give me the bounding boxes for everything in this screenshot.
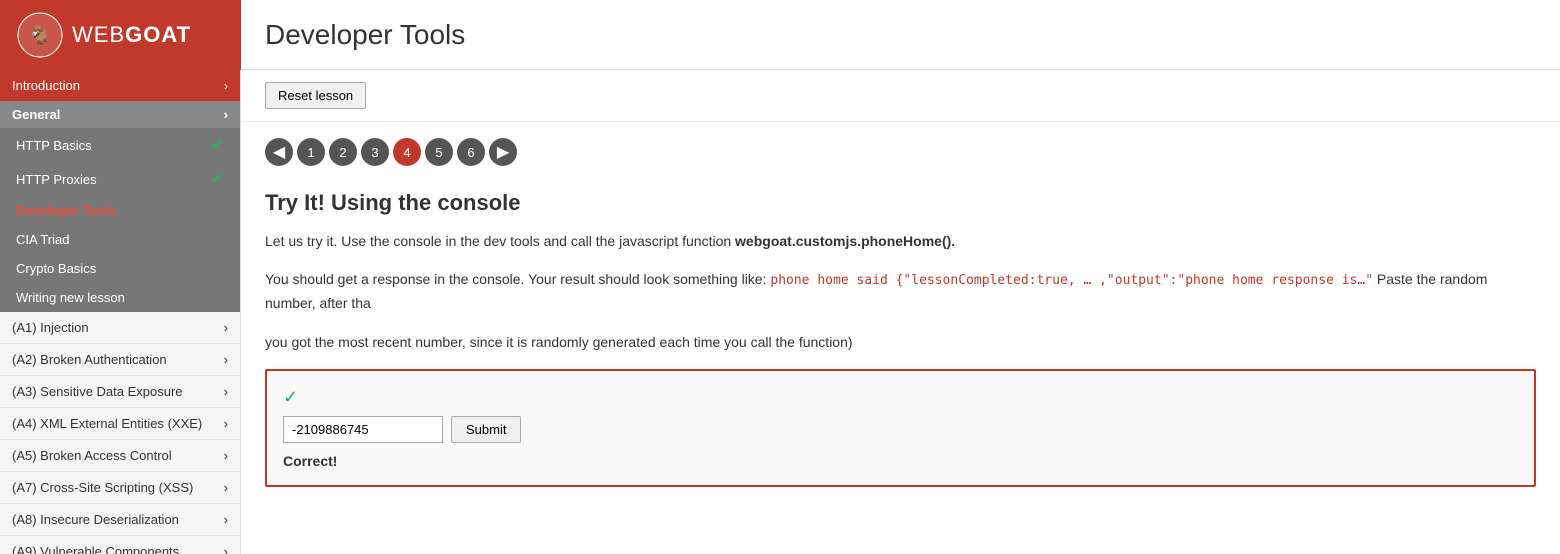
lesson-title: Try It! Using the console bbox=[265, 190, 1536, 216]
chevron-right-icon: › bbox=[224, 480, 228, 495]
sidebar-item-a5-broken-access[interactable]: (A5) Broken Access Control › bbox=[0, 440, 240, 472]
reset-lesson-button[interactable]: Reset lesson bbox=[265, 82, 366, 109]
logo-text: WEBGOAT bbox=[72, 22, 191, 48]
page-title: Developer Tools bbox=[265, 19, 465, 51]
lesson-paragraph-3: you got the most recent number, since it… bbox=[265, 331, 1536, 353]
chevron-right-icon: › bbox=[224, 352, 228, 367]
check-icon: ✔ bbox=[211, 135, 224, 155]
logo: 🐐 WEBGOAT bbox=[16, 11, 191, 59]
sidebar-section-introduction[interactable]: Introduction › bbox=[0, 70, 240, 101]
answer-form: ✓ Submit Correct! bbox=[265, 369, 1536, 487]
sidebar-item-a2-broken-auth[interactable]: (A2) Broken Authentication › bbox=[0, 344, 240, 376]
form-checkmark: ✓ bbox=[283, 387, 1518, 408]
sidebar-item-crypto-basics[interactable]: Crypto Basics bbox=[0, 254, 240, 283]
page-5-button[interactable]: 5 bbox=[425, 138, 453, 166]
code-sample: phone home said {"lessonCompleted:true, … bbox=[770, 273, 1373, 288]
answer-input[interactable] bbox=[283, 416, 443, 443]
sidebar-item-a9-vulnerable-components[interactable]: (A9) Vulnerable Components › bbox=[0, 536, 240, 554]
form-row: Submit bbox=[283, 416, 1518, 443]
main-content: Reset lesson ◀ 1 2 3 4 5 6 ▶ Try It! Usi… bbox=[241, 70, 1560, 554]
svg-text:🐐: 🐐 bbox=[29, 24, 51, 45]
sidebar-item-a3-sensitive-data[interactable]: (A3) Sensitive Data Exposure › bbox=[0, 376, 240, 408]
correct-label: Correct! bbox=[283, 453, 1518, 469]
chevron-right-icon: › bbox=[224, 544, 228, 554]
main-title-bar: Developer Tools bbox=[241, 0, 1560, 70]
header: 🐐 WEBGOAT bbox=[0, 0, 241, 70]
pagination: ◀ 1 2 3 4 5 6 ▶ bbox=[265, 138, 1536, 166]
sidebar: Introduction › General › HTTP Basics ✔ H… bbox=[0, 70, 241, 554]
page-4-button[interactable]: 4 bbox=[393, 138, 421, 166]
chevron-right-icon: › bbox=[224, 384, 228, 399]
page-1-button[interactable]: 1 bbox=[297, 138, 325, 166]
sidebar-item-a1-injection[interactable]: (A1) Injection › bbox=[0, 312, 240, 344]
submit-button[interactable]: Submit bbox=[451, 416, 521, 443]
chevron-right-icon: › bbox=[224, 512, 228, 527]
sidebar-item-http-basics[interactable]: HTTP Basics ✔ bbox=[0, 128, 240, 162]
sidebar-item-a8-insecure-deserialization[interactable]: (A8) Insecure Deserialization › bbox=[0, 504, 240, 536]
chevron-right-icon: › bbox=[224, 320, 228, 335]
page-2-button[interactable]: 2 bbox=[329, 138, 357, 166]
next-page-button[interactable]: ▶ bbox=[489, 138, 517, 166]
sidebar-item-a7-xss[interactable]: (A7) Cross-Site Scripting (XSS) › bbox=[0, 472, 240, 504]
sidebar-item-a4-xxe[interactable]: (A4) XML External Entities (XXE) › bbox=[0, 408, 240, 440]
sidebar-item-writing-new-lesson[interactable]: Writing new lesson bbox=[0, 283, 240, 312]
webgoat-logo-icon: 🐐 bbox=[16, 11, 64, 59]
sidebar-item-developer-tools[interactable]: Developer Tools bbox=[0, 196, 240, 225]
lesson-paragraph-1: Let us try it. Use the console in the de… bbox=[265, 230, 1536, 252]
prev-page-button[interactable]: ◀ bbox=[265, 138, 293, 166]
check-icon: ✔ bbox=[211, 169, 224, 189]
sidebar-group-general[interactable]: General › bbox=[0, 101, 240, 128]
chevron-right-icon: › bbox=[224, 107, 228, 122]
sidebar-item-http-proxies[interactable]: HTTP Proxies ✔ bbox=[0, 162, 240, 196]
lesson-paragraph-2: You should get a response in the console… bbox=[265, 268, 1536, 314]
chevron-right-icon: › bbox=[224, 79, 228, 93]
page-6-button[interactable]: 6 bbox=[457, 138, 485, 166]
chevron-right-icon: › bbox=[224, 448, 228, 463]
page-3-button[interactable]: 3 bbox=[361, 138, 389, 166]
sidebar-item-cia-triad[interactable]: CIA Triad bbox=[0, 225, 240, 254]
content-area: ◀ 1 2 3 4 5 6 ▶ Try It! Using the consol… bbox=[241, 122, 1560, 503]
chevron-right-icon: › bbox=[224, 416, 228, 431]
toolbar: Reset lesson bbox=[241, 70, 1560, 122]
